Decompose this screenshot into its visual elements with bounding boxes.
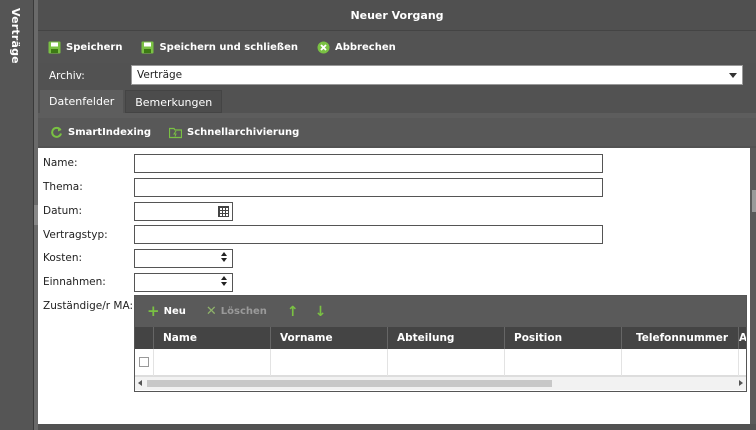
table-cell[interactable] xyxy=(622,349,739,376)
table-row[interactable] xyxy=(135,349,746,376)
kosten-label: Kosten: xyxy=(43,252,83,264)
save-close-label: Speichern und schließen xyxy=(159,41,298,53)
archiv-row: Archiv: Verträge xyxy=(38,63,756,89)
schnellarchivierung-button[interactable]: Schnellarchivierung xyxy=(169,126,299,139)
table-cell[interactable] xyxy=(271,349,388,376)
save-button[interactable]: Speichern xyxy=(48,41,122,54)
tab-bemerkungen[interactable]: Bemerkungen xyxy=(125,90,223,113)
scroll-left-icon[interactable] xyxy=(138,380,142,386)
chevron-down-icon xyxy=(729,73,737,78)
thema-label: Thema: xyxy=(43,181,83,193)
column-header-overflow[interactable]: A xyxy=(739,327,746,349)
kosten-stepper[interactable] xyxy=(134,249,233,268)
move-down-icon[interactable]: ↓ xyxy=(315,304,327,320)
resize-grip[interactable] xyxy=(752,190,756,212)
smartindexing-label: SmartIndexing xyxy=(68,126,152,138)
vertragstyp-label: Vertragstyp: xyxy=(43,229,108,241)
move-up-icon[interactable]: ↑ xyxy=(287,304,299,320)
dialog-window: Neuer Vorgang Speichern Speichern und sc… xyxy=(38,0,756,430)
tab-datenfelder[interactable]: Datenfelder xyxy=(40,90,124,113)
einnahmen-stepper[interactable] xyxy=(134,273,233,292)
column-header-position[interactable]: Position xyxy=(505,327,622,349)
grid-toolbar: + Neu ✕ Löschen ↑ ↓ xyxy=(135,296,746,327)
row-checkbox[interactable] xyxy=(139,357,149,367)
side-tab-label: Verträge xyxy=(9,8,22,64)
delete-icon: ✕ xyxy=(205,304,217,319)
name-label: Name: xyxy=(43,157,78,169)
add-row-button[interactable]: + Neu xyxy=(147,304,186,319)
table-cell[interactable] xyxy=(505,349,622,376)
table-cell[interactable] xyxy=(154,349,271,376)
scroll-right-icon[interactable] xyxy=(739,380,743,386)
spinner-icon[interactable] xyxy=(221,276,228,289)
side-tab-vertraege[interactable]: Verträge xyxy=(0,0,34,430)
delete-row-label: Löschen xyxy=(220,306,267,317)
row-checkbox-cell xyxy=(135,349,154,376)
staff-grid: + Neu ✕ Löschen ↑ ↓ Name Vorname Abteilu… xyxy=(134,295,747,392)
delete-row-button[interactable]: ✕ Löschen xyxy=(206,305,267,318)
cancel-label: Abbrechen xyxy=(335,41,396,53)
cancel-button[interactable]: Abbrechen xyxy=(317,41,396,54)
refresh-icon xyxy=(51,126,62,138)
table-cell[interactable] xyxy=(388,349,505,376)
save-icon xyxy=(48,41,61,53)
einnahmen-label: Einnahmen: xyxy=(43,276,106,288)
smartindexing-button[interactable]: SmartIndexing xyxy=(50,126,151,139)
column-header-telefonnummer[interactable]: Telefonnummer xyxy=(622,327,739,349)
plus-icon: + xyxy=(147,302,160,320)
spinner-icon[interactable] xyxy=(221,252,228,265)
sub-toolbar: SmartIndexing Schnellarchivierung xyxy=(38,118,756,146)
column-header-vorname[interactable]: Vorname xyxy=(271,327,388,349)
horizontal-scrollbar[interactable] xyxy=(135,376,746,390)
vertragstyp-field[interactable] xyxy=(134,225,603,244)
dialog-title: Neuer Vorgang xyxy=(38,0,756,31)
cancel-icon xyxy=(317,41,330,53)
archiv-value: Verträge xyxy=(137,69,183,81)
column-header-name[interactable]: Name xyxy=(154,327,271,349)
select-all-column xyxy=(135,327,154,349)
add-row-label: Neu xyxy=(163,306,186,317)
main-toolbar: Speichern Speichern und schließen Abbrec… xyxy=(38,31,756,63)
grid-header: Name Vorname Abteilung Position Telefonn… xyxy=(135,327,746,349)
folder-lightning-icon xyxy=(169,127,183,138)
datum-field[interactable] xyxy=(134,202,233,221)
zustaendig-label: Zuständige/r MA: xyxy=(43,300,134,312)
archiv-select[interactable]: Verträge xyxy=(131,65,743,85)
schnellarchivierung-label: Schnellarchivierung xyxy=(187,126,300,138)
datum-label: Datum: xyxy=(43,205,83,217)
save-close-icon xyxy=(141,41,154,53)
save-label: Speichern xyxy=(66,41,123,53)
save-and-close-button[interactable]: Speichern und schließen xyxy=(141,41,298,54)
tab-bar: Datenfelder Bemerkungen xyxy=(38,89,756,113)
scrollbar-thumb[interactable] xyxy=(147,380,552,387)
archiv-label: Archiv: xyxy=(49,70,85,82)
column-header-abteilung[interactable]: Abteilung xyxy=(388,327,505,349)
calendar-icon[interactable] xyxy=(218,206,229,217)
thema-field[interactable] xyxy=(134,178,603,197)
data-fields-form: Name: Thema: Datum: Vertragstyp: Kosten:… xyxy=(38,148,750,424)
name-field[interactable] xyxy=(134,154,603,173)
